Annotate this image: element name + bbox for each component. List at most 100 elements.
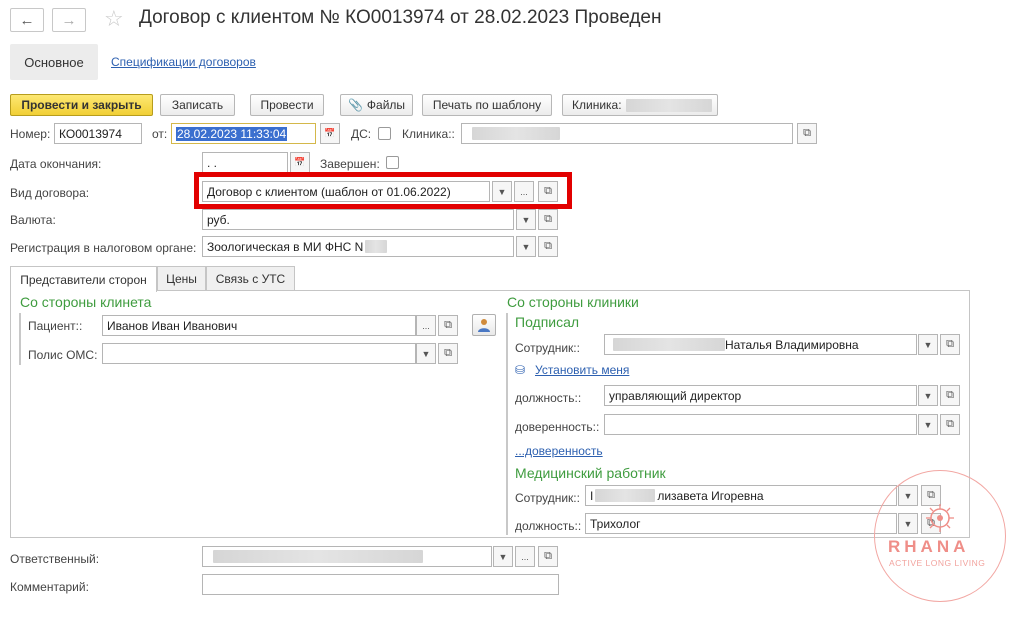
page-title: Договор с клиентом № КО0013974 от 28.02.… — [139, 7, 662, 28]
clinic-button[interactable]: Клиника: — [562, 94, 718, 116]
dropdown-arrow-icon: ▼ — [521, 214, 531, 225]
employee-label: Сотрудник:: — [515, 341, 580, 355]
clinic-redacted — [625, 98, 712, 112]
watermark-circle — [874, 470, 1006, 602]
dropdown-arrow-icon: ▼ — [923, 419, 933, 430]
open-icon: ⧉ — [544, 213, 552, 225]
clinic-label: Клиника:: — [402, 127, 455, 141]
currency-dropdown[interactable]: ▼ — [516, 209, 536, 230]
person-pick-icon — [478, 319, 490, 332]
post-and-close-button[interactable]: Провести и закрыть — [10, 94, 153, 116]
end-date-field[interactable]: . . — [202, 152, 288, 173]
highlight-frame — [194, 172, 572, 209]
employee-field[interactable]: Наталья Владимировна — [604, 334, 917, 355]
position-open-button[interactable]: ⧉ — [940, 385, 960, 406]
patient-open-button[interactable]: ⧉ — [438, 315, 458, 336]
responsible-field[interactable] — [202, 546, 492, 567]
med-worker-heading: Медицинский работник — [515, 465, 666, 481]
employee-open-button[interactable]: ⧉ — [940, 334, 960, 355]
tax-registration-label: Регистрация в налоговом органе: — [10, 241, 197, 255]
open-icon: ⧉ — [544, 550, 552, 562]
proxy-field[interactable] — [604, 414, 917, 435]
end-date-calendar-button[interactable]: 📅 — [290, 152, 310, 173]
files-label: Файлы — [366, 98, 406, 112]
tab-uts-link[interactable]: Связь с УТС — [206, 266, 295, 291]
completed-checkbox[interactable] — [386, 156, 399, 169]
client-side-heading: Со стороны клинета — [20, 294, 152, 310]
med-employee-field[interactable]: I лизавета Игоревна — [585, 485, 897, 506]
print-template-button[interactable]: Печать по шаблону — [422, 94, 552, 116]
calendar-button[interactable]: 📅 — [320, 123, 340, 144]
contract-type-label: Вид договора: — [10, 186, 90, 200]
clinic-side-heading: Со стороны клиники — [507, 294, 639, 310]
policy-field[interactable] — [102, 343, 416, 364]
responsible-redacted — [213, 550, 423, 563]
tab-representatives[interactable]: Представители сторон — [10, 266, 157, 292]
post-button[interactable]: Провести — [250, 94, 324, 116]
calendar-icon: 📅 — [294, 157, 306, 167]
tab-specs[interactable]: Спецификации договоров — [111, 44, 256, 80]
proxy-open-button[interactable]: ⧉ — [940, 414, 960, 435]
tax-dropdown[interactable]: ▼ — [516, 236, 536, 257]
watermark-tagline: ACTIVE LONG LIVING — [889, 558, 986, 568]
tab-prices[interactable]: Цены — [157, 266, 206, 291]
med-employee-prefix: I — [590, 488, 594, 503]
responsible-label: Ответственный: — [10, 552, 100, 566]
dropdown-arrow-icon: ▼ — [498, 551, 508, 562]
responsible-dropdown[interactable]: ▼ — [493, 546, 513, 567]
proxy-label: доверенность:: — [515, 420, 600, 434]
med-employee-value: лизавета Игоревна — [657, 488, 764, 503]
ds-checkbox[interactable] — [378, 127, 391, 140]
ds-label: ДС: — [351, 127, 372, 141]
position-field[interactable]: управляющий директор — [604, 385, 917, 406]
med-position-field[interactable]: Трихолог — [585, 513, 897, 534]
clinic-field[interactable] — [461, 123, 793, 144]
employee-redacted — [613, 338, 725, 351]
position-dropdown[interactable]: ▼ — [918, 385, 938, 406]
employee-dropdown[interactable]: ▼ — [918, 334, 938, 355]
paperclip-icon: 📎 — [347, 98, 363, 112]
dropdown-arrow-icon: ▼ — [421, 348, 431, 359]
currency-field[interactable]: руб. — [202, 209, 514, 230]
currency-open-button[interactable]: ⧉ — [538, 209, 558, 230]
proxy-dropdown[interactable]: ▼ — [918, 414, 938, 435]
number-field[interactable]: КО0013974 — [54, 123, 142, 144]
responsible-select-button[interactable]: ... — [515, 546, 535, 567]
clinic-button-label: Клиника: — [572, 98, 622, 112]
clinic-open-button[interactable]: ⧉ — [797, 123, 817, 144]
proxy-link[interactable]: ...доверенность — [515, 444, 603, 458]
set-me-link[interactable]: Установить меня — [535, 363, 629, 377]
patient-select-button[interactable]: ... — [416, 315, 436, 336]
med-employee-label: Сотрудник:: — [515, 491, 580, 505]
open-icon: ⧉ — [946, 338, 954, 350]
from-date-value: 28.02.2023 11:33:04 — [176, 126, 288, 141]
tax-open-button[interactable]: ⧉ — [538, 236, 558, 257]
dropdown-arrow-icon: ▼ — [923, 390, 933, 401]
tab-main[interactable]: Основное — [10, 44, 98, 80]
patient-pick-button[interactable] — [472, 314, 496, 336]
open-icon: ⧉ — [946, 389, 954, 401]
responsible-open-button[interactable]: ⧉ — [538, 546, 558, 567]
back-arrow-icon: ← — [19, 11, 35, 29]
tax-redacted — [365, 240, 388, 253]
forward-button[interactable]: → — [52, 8, 86, 32]
clinic-value-redacted — [472, 127, 560, 140]
watermark-brand: RHANA — [888, 537, 970, 556]
end-date-label: Дата окончания: — [10, 157, 102, 171]
open-icon: ⧉ — [803, 127, 811, 139]
comment-field[interactable] — [202, 574, 559, 595]
comment-label: Комментарий: — [10, 580, 89, 594]
files-button[interactable]: 📎 Файлы — [340, 94, 413, 116]
number-label: Номер: — [10, 127, 51, 141]
save-button[interactable]: Записать — [160, 94, 235, 116]
from-date-field[interactable]: 28.02.2023 11:33:04 — [171, 123, 316, 144]
star-icon[interactable]: ☆ — [104, 6, 124, 32]
tax-registration-field[interactable]: Зоологическая в МИ ФНС N — [202, 236, 514, 257]
med-employee-redacted — [595, 489, 656, 502]
policy-open-button[interactable]: ⧉ — [438, 343, 458, 364]
policy-dropdown[interactable]: ▼ — [416, 343, 436, 364]
patient-field[interactable]: Иванов Иван Иванович — [102, 315, 416, 336]
employee-value: Наталья Владимировна — [725, 337, 859, 352]
open-icon: ⧉ — [544, 240, 552, 252]
back-button[interactable]: ← — [10, 8, 44, 32]
